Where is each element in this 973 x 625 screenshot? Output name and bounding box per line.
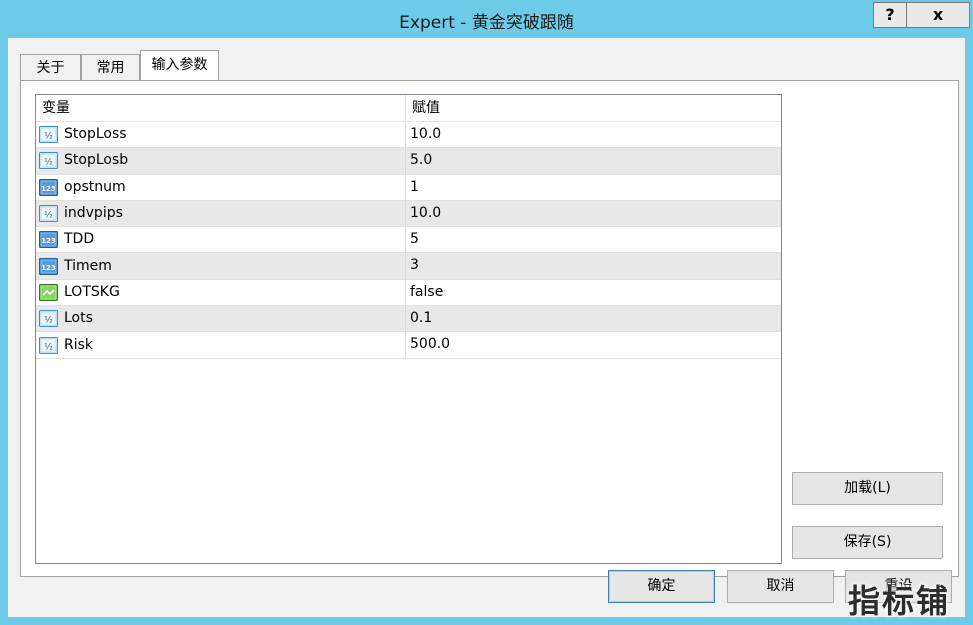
bool-icon (39, 283, 58, 301)
column-header-variable[interactable]: 变量 (36, 95, 406, 121)
double-icon: ½ (39, 336, 58, 354)
close-button[interactable]: x (906, 2, 970, 28)
svg-text:½: ½ (44, 158, 53, 168)
column-header-value[interactable]: 赋值 (406, 95, 781, 121)
inputs-panel: 变量 赋值 ½ StopLoss 10.0 ½ StopLosb 5.0 123 opstnu… (20, 80, 959, 577)
value-cell[interactable]: 5 (406, 227, 781, 252)
variable-cell[interactable]: ½ indvpips (36, 200, 406, 227)
grid-row-opstnum[interactable]: 123 opstnum 1 (36, 174, 781, 201)
value-cell[interactable]: 10.0 (406, 201, 781, 226)
ok-button[interactable]: 确定 (608, 570, 715, 603)
variable-name: Timem (64, 257, 112, 274)
variable-cell[interactable]: LOTSKG (36, 279, 406, 306)
svg-text:½: ½ (44, 132, 53, 142)
grid-rows: ½ StopLoss 10.0 ½ StopLosb 5.0 123 opstnum 1 ½ ind… (36, 122, 781, 359)
help-button[interactable]: ? (873, 2, 907, 28)
title-bar: Expert - 黄金突破跟随 ? x (0, 0, 973, 38)
parameters-grid[interactable]: 变量 赋值 ½ StopLoss 10.0 ½ StopLosb 5.0 123 opstnu… (35, 94, 782, 564)
dialog-client: 关于 常用 输入参数 变量 赋值 ½ StopLoss 10.0 ½ StopLosb 5… (8, 38, 965, 617)
grid-row-lots[interactable]: ½ Lots 0.1 (36, 306, 781, 333)
svg-text:½: ½ (44, 342, 53, 352)
variable-name: StopLoss (64, 126, 127, 143)
save-button[interactable]: 保存(S) (792, 526, 943, 559)
value-cell[interactable]: 0.1 (406, 306, 781, 331)
svg-text:123: 123 (41, 237, 56, 245)
grid-row-tdd[interactable]: 123 TDD 5 (36, 227, 781, 254)
double-icon: ½ (39, 310, 58, 328)
svg-text:123: 123 (41, 185, 56, 193)
integer-icon: 123 (39, 257, 58, 275)
grid-row-timem[interactable]: 123 Timem 3 (36, 253, 781, 280)
cancel-button[interactable]: 取消 (727, 570, 834, 603)
variable-cell[interactable]: ½ Lots (36, 306, 406, 332)
variable-name: indvpips (64, 205, 123, 222)
variable-name: LOTSKG (64, 283, 120, 300)
grid-row-lotskg[interactable]: LOTSKG false (36, 279, 781, 307)
svg-text:123: 123 (41, 264, 56, 272)
variable-name: Lots (64, 310, 93, 327)
value-cell[interactable]: 10.0 (406, 122, 781, 147)
value-cell[interactable]: 3 (406, 253, 781, 278)
tab-common[interactable]: 常用 (81, 54, 140, 80)
double-icon: ½ (39, 152, 58, 170)
grid-row-risk[interactable]: ½ Risk 500.0 (36, 332, 781, 359)
variable-cell[interactable]: 123 TDD (36, 227, 406, 253)
grid-row-stoplosb[interactable]: ½ StopLosb 5.0 (36, 148, 781, 175)
variable-cell[interactable]: ½ StopLosb (36, 148, 406, 174)
value-cell[interactable]: 1 (406, 175, 781, 200)
grid-row-indvpips[interactable]: ½ indvpips 10.0 (36, 200, 781, 228)
svg-text:½: ½ (44, 211, 53, 221)
variable-name: opstnum (64, 178, 126, 195)
variable-name: Risk (64, 336, 94, 353)
value-cell[interactable]: 5.0 (406, 148, 781, 173)
window-title: Expert - 黄金突破跟随 (399, 13, 574, 33)
variable-name: TDD (64, 231, 95, 248)
grid-row-stoploss[interactable]: ½ StopLoss 10.0 (36, 122, 781, 149)
variable-cell[interactable]: ½ StopLoss (36, 122, 406, 148)
integer-icon: 123 (39, 178, 58, 196)
variable-cell[interactable]: 123 opstnum (36, 174, 406, 200)
tab-inputs[interactable]: 输入参数 (140, 50, 219, 80)
value-cell[interactable]: false (406, 280, 781, 305)
load-button[interactable]: 加载(L) (792, 472, 943, 505)
variable-cell[interactable]: ½ Risk (36, 332, 406, 358)
svg-text:½: ½ (44, 316, 53, 326)
double-icon: ½ (39, 205, 58, 223)
watermark-text: 指标铺 (848, 582, 951, 620)
value-cell[interactable]: 500.0 (406, 332, 781, 357)
tab-about[interactable]: 关于 (20, 54, 81, 80)
variable-name: StopLosb (64, 152, 129, 169)
variable-cell[interactable]: 123 Timem (36, 253, 406, 279)
double-icon: ½ (39, 126, 58, 144)
grid-header: 变量 赋值 (36, 95, 781, 122)
integer-icon: 123 (39, 231, 58, 249)
